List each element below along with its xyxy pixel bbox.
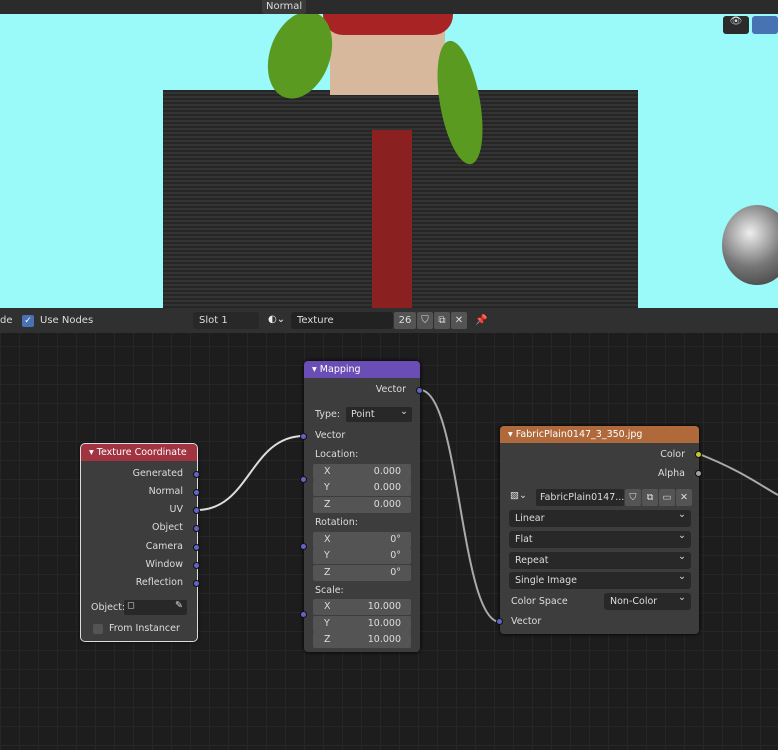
unlink-icon[interactable]: ✕ [676, 489, 692, 506]
object-field[interactable]: ◻ ✎ [124, 600, 187, 615]
node-title: Mapping [319, 364, 361, 375]
extension-select[interactable]: Repeat [509, 548, 691, 569]
pin-icon[interactable]: 📌 [475, 315, 487, 326]
type-label: Type: [315, 409, 341, 420]
open-folder-icon[interactable]: ▭ [659, 489, 675, 506]
output-alpha: Alpha [657, 468, 685, 479]
material-browse-icon[interactable]: ◐⌄ [268, 314, 290, 328]
image-texture-node[interactable]: ▾ FabricPlain0147_3_350.jpg Color Alpha … [496, 426, 702, 634]
fake-user-icon[interactable]: ⛉ [417, 312, 433, 329]
mode-label[interactable]: de [0, 315, 13, 326]
slot-select[interactable]: Slot 1 [193, 312, 259, 329]
socket[interactable] [193, 471, 200, 478]
type-value: Point [351, 409, 375, 420]
user-count[interactable]: 26 [394, 312, 416, 329]
from-instancer-label: From Instancer [109, 623, 180, 634]
socket[interactable] [300, 543, 307, 550]
output-vector: Vector [375, 384, 406, 395]
socket[interactable] [300, 433, 307, 440]
socket[interactable] [193, 562, 200, 569]
duplicate-icon[interactable]: ⧉ [642, 489, 658, 506]
socket[interactable] [193, 580, 200, 587]
output-normal: Normal [148, 486, 183, 497]
texture-coordinate-node[interactable]: ▾ Texture Coordinate Generated Normal UV… [80, 443, 200, 642]
source-select[interactable]: Single Image [509, 568, 691, 589]
interpolation-select[interactable]: Linear [509, 506, 691, 527]
object-label: Object: [91, 602, 126, 613]
color-space-select[interactable]: Non-Color [604, 589, 691, 610]
shading-mode[interactable]: Normal [262, 0, 307, 14]
eyedropper-icon[interactable]: ✎ [175, 600, 183, 611]
output-camera: Camera [145, 541, 183, 552]
output-window: Window [145, 559, 183, 570]
type-select[interactable]: Point ⌄ [346, 406, 412, 422]
character-left-arm [163, 90, 283, 308]
socket[interactable] [193, 544, 200, 551]
node-title: FabricPlain0147_3_350.jpg [515, 429, 643, 440]
scale-label: Scale: [315, 585, 344, 596]
scale-z[interactable]: Z 10.000 [313, 632, 411, 648]
rotation-x[interactable]: X 0° [313, 532, 411, 548]
use-nodes-label: Use Nodes [40, 315, 94, 326]
output-uv: UV [169, 504, 183, 515]
viewport-header: Normal [0, 0, 778, 14]
projection-select[interactable]: Flat [509, 527, 691, 548]
scale-x[interactable]: X 10.000 [313, 599, 411, 615]
output-reflection: Reflection [135, 577, 183, 588]
node-title: Texture Coordinate [96, 447, 187, 458]
duplicate-icon[interactable]: ⧉ [434, 312, 450, 329]
node-header[interactable]: ▾ Mapping [304, 361, 420, 378]
material-name-field[interactable]: Texture [291, 312, 393, 329]
location-label: Location: [315, 449, 359, 460]
use-nodes-checkbox[interactable]: ✓ [22, 314, 34, 327]
image-browse-icon[interactable]: ▨⌄ [510, 490, 534, 505]
hdri-sphere [722, 205, 778, 285]
output-generated: Generated [132, 468, 183, 479]
socket[interactable] [416, 387, 423, 394]
socket[interactable] [695, 470, 702, 477]
rotation-y[interactable]: Y 0° [313, 548, 411, 564]
rotation-label: Rotation: [315, 517, 358, 528]
from-instancer-checkbox[interactable] [93, 624, 103, 634]
scale-y[interactable]: Y 10.000 [313, 616, 411, 632]
socket[interactable] [695, 451, 702, 458]
input-vector: Vector [315, 430, 346, 441]
location-x[interactable]: X 0.000 [313, 464, 411, 480]
node-header[interactable]: ▾ Texture Coordinate [81, 444, 197, 461]
location-y[interactable]: Y 0.000 [313, 480, 411, 496]
shirt-stripe [372, 130, 412, 308]
output-color: Color [660, 449, 685, 460]
character-right-arm [513, 90, 638, 308]
socket[interactable] [300, 611, 307, 618]
node-header[interactable]: ▾ FabricPlain0147_3_350.jpg [500, 426, 699, 443]
color-space-label: Color Space [511, 596, 568, 607]
node-editor-header: de ✓ Use Nodes Slot 1 ◐⌄ Texture 26 ⛉ ⧉ … [0, 308, 778, 333]
output-object: Object [152, 522, 183, 533]
socket[interactable] [193, 525, 200, 532]
gizmo-toggle-icon[interactable] [752, 16, 778, 34]
unlink-icon[interactable]: ✕ [451, 312, 467, 329]
image-name-field[interactable]: FabricPlain0147... [536, 489, 624, 506]
visibility-icon[interactable]: 👁 [723, 16, 749, 34]
3d-viewport[interactable]: 👁 Normal [0, 0, 778, 308]
input-vector: Vector [511, 616, 542, 627]
location-z[interactable]: Z 0.000 [313, 497, 411, 513]
mapping-node[interactable]: ▾ Mapping Vector Type: Point ⌄ Vector Loc… [300, 361, 423, 652]
socket[interactable] [193, 507, 200, 514]
socket[interactable] [193, 489, 200, 496]
fake-user-icon[interactable]: ⛉ [625, 489, 641, 506]
socket[interactable] [300, 476, 307, 483]
socket[interactable] [496, 618, 503, 625]
rotation-z[interactable]: Z 0° [313, 565, 411, 581]
